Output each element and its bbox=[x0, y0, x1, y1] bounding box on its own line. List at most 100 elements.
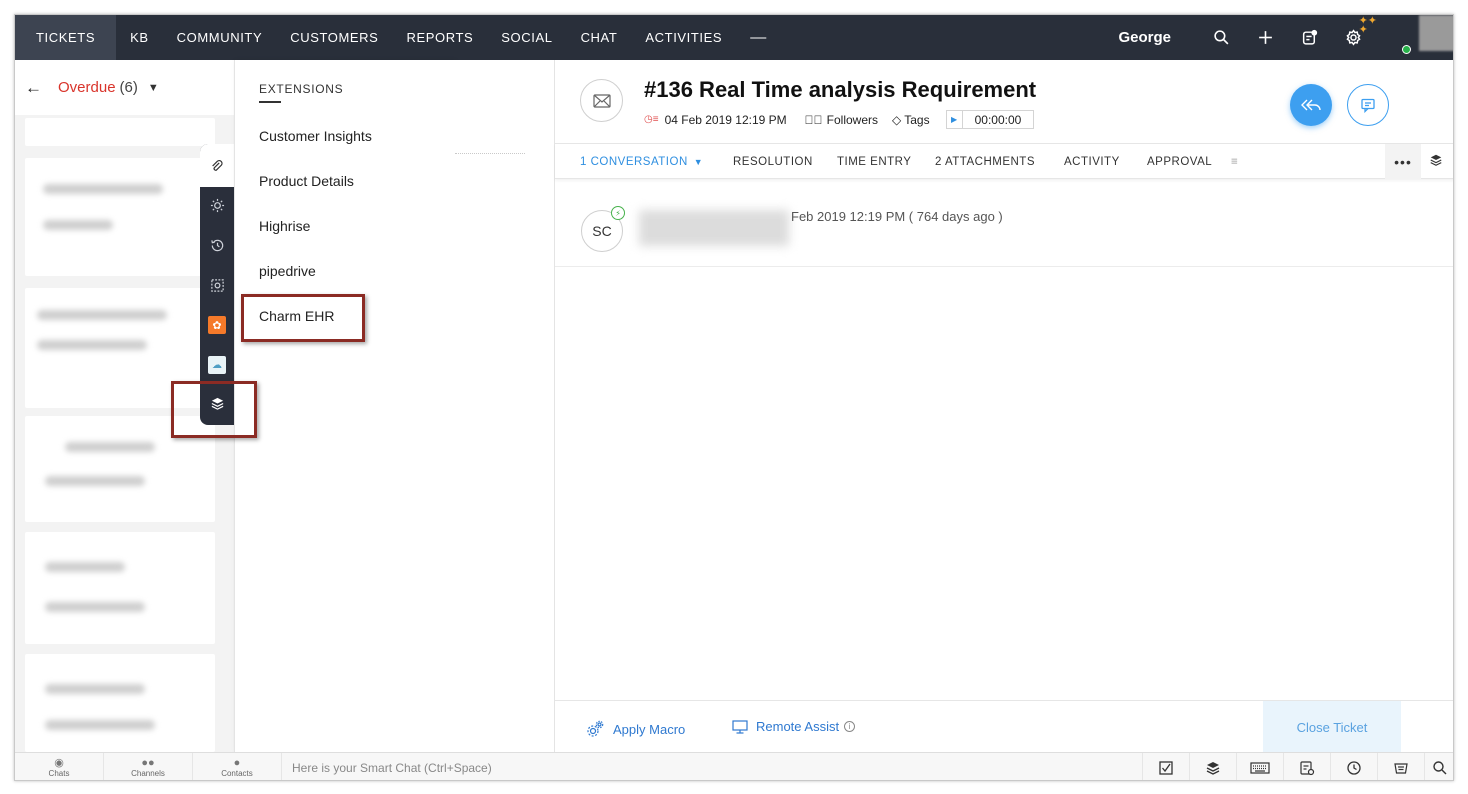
footer-channels[interactable]: ●● Channels bbox=[104, 753, 193, 780]
layers-icon[interactable] bbox=[1429, 153, 1443, 172]
info-icon[interactable]: i bbox=[844, 721, 856, 732]
remote-assist-button[interactable]: Remote Assist i bbox=[732, 719, 856, 734]
play-icon[interactable]: ▶ bbox=[947, 111, 963, 128]
tag-icon: ◇ bbox=[892, 112, 902, 127]
extension-pipedrive[interactable]: pipedrive bbox=[259, 263, 316, 279]
smart-chat-input[interactable]: Here is your Smart Chat (Ctrl+Space) bbox=[282, 753, 1143, 780]
reply-all-button[interactable] bbox=[1290, 84, 1332, 126]
ticket-tabs: 1 CONVERSATION ▼ RESOLUTION TIME ENTRY 2… bbox=[555, 143, 1453, 179]
search-icon[interactable] bbox=[1199, 15, 1243, 60]
ticket-detail: #136 Real Time analysis Requirement ◷≡ 0… bbox=[555, 60, 1453, 753]
chat-bubble-icon: ◉ bbox=[54, 757, 64, 769]
layers-icon[interactable] bbox=[200, 386, 234, 420]
checkbox-icon[interactable] bbox=[1143, 753, 1190, 780]
conversation-item[interactable]: SC ⚡ Feb 2019 12:19 PM ( 764 days ago ) bbox=[555, 200, 1453, 267]
extensions-panel: EXTENSIONS Customer Insights Product Det… bbox=[234, 60, 455, 752]
list-item[interactable] bbox=[25, 288, 215, 408]
search-icon[interactable] bbox=[1425, 753, 1453, 780]
apply-macro-label: Apply Macro bbox=[613, 721, 686, 737]
tab-conversation[interactable]: 1 CONVERSATION ▼ bbox=[580, 144, 703, 179]
keyboard-icon[interactable] bbox=[1237, 753, 1284, 780]
extension-highrise[interactable]: Highrise bbox=[259, 218, 310, 234]
clock-icon[interactable] bbox=[1331, 753, 1378, 780]
list-item[interactable] bbox=[25, 158, 215, 276]
tab-approval[interactable]: APPROVAL bbox=[1147, 144, 1212, 179]
cloud-app-icon[interactable]: ☁ bbox=[200, 348, 234, 382]
bulb-icon[interactable] bbox=[200, 188, 234, 222]
tab-conversation-label: 1 CONVERSATION bbox=[580, 155, 688, 168]
mail-icon bbox=[580, 79, 623, 122]
nav-chat[interactable]: CHAT bbox=[567, 15, 632, 60]
timer-value: 00:00:00 bbox=[974, 112, 1022, 127]
list-header: ← Overdue (6) ▼ bbox=[15, 60, 234, 115]
nav-more-icon[interactable]: — bbox=[736, 29, 780, 47]
apply-macro-button[interactable]: Apply Macro bbox=[585, 719, 685, 739]
avatar[interactable] bbox=[1419, 15, 1453, 51]
footer-contacts-label: Contacts bbox=[221, 769, 253, 778]
notes-icon[interactable] bbox=[1287, 15, 1331, 60]
tags-label[interactable]: Tags bbox=[904, 113, 929, 127]
list-item[interactable] bbox=[25, 532, 215, 644]
footer-contacts[interactable]: ● Contacts bbox=[193, 753, 282, 780]
plus-icon[interactable] bbox=[1243, 15, 1287, 60]
footer-chats-label: Chats bbox=[48, 769, 70, 778]
nav-social[interactable]: SOCIAL bbox=[487, 15, 566, 60]
history-icon[interactable] bbox=[200, 228, 234, 262]
list-item[interactable] bbox=[25, 118, 215, 146]
conversation-time: Feb 2019 12:19 PM ( 764 days ago ) bbox=[791, 209, 1003, 224]
online-status-dot bbox=[1402, 45, 1411, 54]
heading-underline bbox=[259, 101, 281, 103]
extension-charm-ehr[interactable]: Charm EHR bbox=[259, 308, 334, 324]
tab-attachments[interactable]: 2 ATTACHMENTS bbox=[935, 144, 1035, 179]
nav-customers[interactable]: CUSTOMERS bbox=[276, 15, 392, 60]
ticket-meta: ◷≡ 04 Feb 2019 12:19 PM ✓⃝ Followers ◇ T… bbox=[644, 110, 1035, 129]
more-options-icon[interactable]: ••• bbox=[1385, 144, 1421, 179]
extension-product-details[interactable]: Product Details bbox=[259, 173, 354, 189]
macro-gear-icon bbox=[587, 720, 604, 737]
chevron-down-icon[interactable]: ▼ bbox=[694, 157, 703, 167]
app-window: TICKETS KB COMMUNITY CUSTOMERS REPORTS S… bbox=[14, 14, 1454, 781]
due-date[interactable]: 04 Feb 2019 12:19 PM bbox=[665, 113, 787, 127]
monitor-icon bbox=[732, 719, 748, 734]
followers-icon: ✓⃝ bbox=[804, 112, 823, 127]
nav-kb[interactable]: KB bbox=[116, 15, 163, 60]
announcement-icon[interactable] bbox=[1378, 753, 1425, 780]
screen-capture-icon[interactable] bbox=[200, 268, 234, 302]
back-arrow-icon[interactable]: ← bbox=[25, 78, 42, 98]
extensions-heading: EXTENSIONS bbox=[259, 82, 344, 96]
list-item[interactable] bbox=[25, 654, 215, 752]
ticket-timer[interactable]: ▶ 00:00:00 bbox=[945, 110, 1035, 129]
followers-label[interactable]: Followers bbox=[827, 113, 878, 127]
close-ticket-button[interactable]: Close Ticket bbox=[1263, 701, 1401, 753]
side-icon-strip: ✿ ☁ bbox=[200, 144, 234, 425]
nav-activities[interactable]: ACTIVITIES bbox=[631, 15, 736, 60]
layers-icon[interactable] bbox=[1190, 753, 1237, 780]
footer-channels-label: Channels bbox=[131, 769, 165, 778]
view-count: (6) bbox=[119, 79, 138, 96]
tabs-overflow-icon[interactable]: ≡ bbox=[1231, 144, 1238, 179]
footer-chats[interactable]: ◉ Chats bbox=[15, 753, 104, 780]
dotted-divider bbox=[455, 153, 525, 154]
tab-time-entry[interactable]: TIME ENTRY bbox=[837, 144, 911, 179]
top-nav: TICKETS KB COMMUNITY CUSTOMERS REPORTS S… bbox=[15, 15, 1453, 60]
chevron-down-icon[interactable]: ▼ bbox=[148, 82, 159, 94]
list-gap-area bbox=[455, 60, 555, 752]
list-item[interactable] bbox=[25, 416, 215, 522]
attachment-icon[interactable] bbox=[200, 144, 234, 187]
nav-tickets[interactable]: TICKETS bbox=[15, 15, 117, 60]
user-name[interactable]: George bbox=[1118, 29, 1171, 46]
tab-resolution[interactable]: RESOLUTION bbox=[733, 144, 813, 179]
tab-activity[interactable]: ACTIVITY bbox=[1064, 144, 1120, 179]
channels-icon: ●● bbox=[141, 757, 155, 769]
blurred-sender bbox=[639, 210, 789, 246]
view-title[interactable]: Overdue bbox=[58, 79, 116, 96]
hubspot-icon[interactable]: ✿ bbox=[200, 308, 234, 342]
comment-button[interactable] bbox=[1347, 84, 1389, 126]
ticket-settings-icon[interactable] bbox=[1284, 753, 1331, 780]
ticket-title: #136 Real Time analysis Requirement bbox=[644, 77, 1037, 102]
nav-community[interactable]: COMMUNITY bbox=[163, 15, 277, 60]
contact-person-icon: ● bbox=[233, 757, 241, 769]
lightning-icon: ⚡ bbox=[611, 206, 625, 220]
nav-reports[interactable]: REPORTS bbox=[392, 15, 487, 60]
extension-customer-insights[interactable]: Customer Insights bbox=[259, 128, 372, 144]
